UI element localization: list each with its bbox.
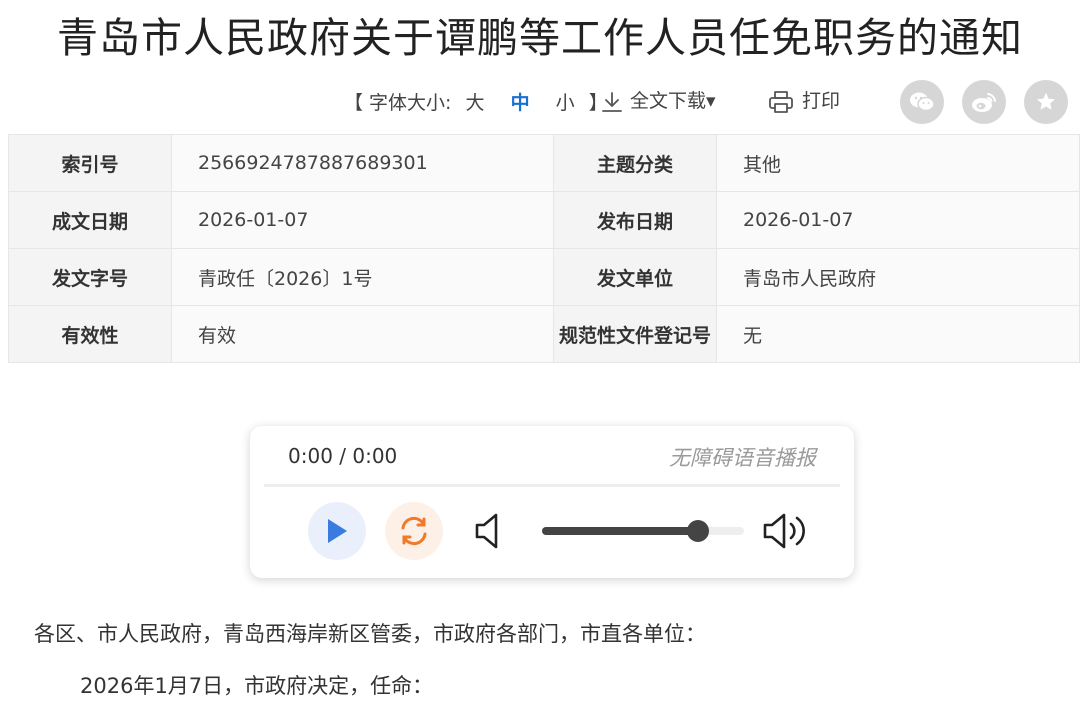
font-size-prefix: 【 字体大小: — [344, 92, 452, 114]
info-value: 2566924787887689301 — [171, 134, 554, 192]
table-row: 成文日期 2026-01-07 发布日期 2026-01-07 — [8, 191, 1080, 249]
info-key: 发文单位 — [553, 248, 717, 306]
speaker-icon — [475, 513, 498, 549]
accessibility-audio-label: 无障碍语音播报 — [669, 446, 816, 470]
font-size-medium-button[interactable]: 中 — [511, 88, 530, 115]
printer-icon — [769, 90, 793, 113]
toolbar: 【 字体大小: 大 中 小 】 全文下载▾ 打印 — [0, 80, 1080, 124]
font-size-small-button[interactable]: 小 — [556, 88, 575, 115]
share-wechat-button[interactable] — [900, 80, 944, 124]
mute-button[interactable] — [474, 512, 504, 554]
favorite-button[interactable] — [1024, 80, 1068, 124]
salutation-paragraph: 各区、市人民政府，青岛西海岸新区管委，市政府各部门，市直各单位： — [34, 622, 706, 646]
page-title: 青岛市人民政府关于谭鹏等工作人员任免职务的通知 — [57, 14, 1023, 62]
loop-button[interactable] — [385, 502, 443, 560]
playback-time: 0:00 / 0:00 — [288, 444, 398, 468]
volume-slider-handle[interactable] — [686, 520, 709, 542]
document-info-table: 索引号 2566924787887689301 主题分类 其他 成文日期 202… — [8, 134, 1080, 363]
info-key: 主题分类 — [553, 134, 717, 192]
play-icon — [328, 519, 347, 543]
table-row: 有效性 有效 规范性文件登记号 无 — [8, 305, 1080, 363]
info-key: 成文日期 — [8, 191, 172, 249]
info-key: 有效性 — [8, 305, 172, 363]
info-value: 青岛市人民政府 — [716, 248, 1080, 306]
info-value: 有效 — [171, 305, 554, 363]
info-value: 2026-01-07 — [171, 191, 554, 249]
body-paragraph: 2026年1月7日，市政府决定，任命： — [80, 674, 434, 698]
info-key: 发文字号 — [8, 248, 172, 306]
download-button[interactable]: 全文下载▾ — [600, 86, 716, 114]
volume-button[interactable] — [762, 512, 808, 554]
volume-slider[interactable] — [542, 520, 744, 542]
table-row: 发文字号 青政任〔2026〕1号 发文单位 青岛市人民政府 — [8, 248, 1080, 306]
info-key: 索引号 — [8, 134, 172, 192]
star-icon — [1037, 92, 1055, 110]
wechat-icon — [910, 92, 935, 112]
font-size-large-button[interactable]: 大 — [466, 88, 485, 115]
download-label: 全文下载▾ — [630, 90, 716, 112]
volume-slider-fill — [542, 527, 698, 535]
info-key: 规范性文件登记号 — [553, 305, 717, 363]
volume-icon — [763, 513, 805, 549]
print-label: 打印 — [802, 90, 841, 112]
loop-icon — [401, 516, 427, 546]
player-divider — [264, 484, 840, 487]
share-weibo-button[interactable] — [962, 80, 1006, 124]
info-value: 青政任〔2026〕1号 — [171, 248, 554, 306]
weibo-icon — [972, 93, 996, 112]
audio-player: 0:00 / 0:00 无障碍语音播报 — [250, 426, 854, 578]
print-button[interactable]: 打印 — [768, 86, 840, 114]
font-size-selector: 【 字体大小: 大 中 小 】 — [344, 88, 608, 115]
download-icon — [602, 91, 622, 112]
play-button[interactable] — [308, 502, 366, 560]
info-value: 2026-01-07 — [716, 191, 1080, 249]
info-value: 其他 — [716, 134, 1080, 192]
table-row: 索引号 2566924787887689301 主题分类 其他 — [8, 134, 1080, 192]
info-key: 发布日期 — [553, 191, 717, 249]
info-value: 无 — [716, 305, 1080, 363]
